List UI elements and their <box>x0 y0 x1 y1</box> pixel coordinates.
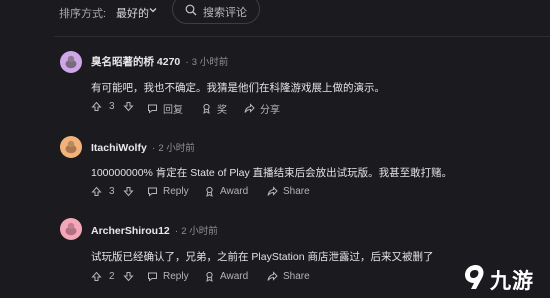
comment-toolbar: 排序方式: 最好的 搜索评论 <box>0 0 550 24</box>
upvote-button[interactable] <box>91 271 102 282</box>
search-placeholder: 搜索评论 <box>203 7 247 19</box>
reply-label: 回复 <box>163 105 183 116</box>
watermark-text: 九游 <box>490 270 534 293</box>
award-label: Award <box>220 186 249 197</box>
share-label: 分享 <box>260 105 280 116</box>
award-label: 奖 <box>217 105 227 116</box>
comment-author-line: ItachiWolfy · 2 小时前 <box>91 142 195 154</box>
downvote-button[interactable] <box>123 271 134 282</box>
share-icon <box>244 103 255 113</box>
award-icon <box>203 103 210 114</box>
comment-author[interactable]: ItachiWolfy <box>91 142 147 154</box>
share-button[interactable]: Share <box>267 186 310 197</box>
reply-icon <box>148 272 157 282</box>
award-button[interactable]: Award <box>204 271 248 282</box>
avatar[interactable] <box>60 136 82 158</box>
reply-button[interactable]: Reply <box>147 271 189 282</box>
chevron-down-icon[interactable] <box>148 5 158 15</box>
upvote-icon <box>91 271 102 281</box>
snoo-avatar-icon <box>65 55 77 69</box>
vote-count: 3 <box>109 101 115 112</box>
upvote-icon <box>91 186 102 196</box>
reply-icon <box>148 187 157 197</box>
downvote-icon <box>123 272 134 282</box>
snoo-avatar-icon <box>65 222 77 236</box>
comment-author[interactable]: 臭名昭著的桥 4270 <box>91 56 180 68</box>
downvote-button[interactable] <box>123 101 134 112</box>
reply-button[interactable]: Reply <box>147 186 189 197</box>
comment-body: 100000000% 肯定在 State of Play 直播结束后会放出试玩版… <box>91 167 453 179</box>
avatar[interactable] <box>60 51 82 73</box>
share-label: Share <box>283 271 310 282</box>
avatar[interactable] <box>60 218 82 240</box>
comment-time: 2 小时前 <box>158 143 195 154</box>
comment-body: 有可能吧，我也不确定。我猜是他们在科隆游戏展上做的演示。 <box>91 82 385 94</box>
downvote-icon <box>123 102 134 112</box>
comment-author-line: ArcherShirou12 · 2 小时前 <box>91 225 218 237</box>
award-icon <box>206 186 213 197</box>
reply-button[interactable]: 回复 <box>147 101 183 116</box>
award-icon <box>206 271 213 282</box>
upvote-icon <box>91 101 102 111</box>
reply-icon <box>148 104 157 114</box>
comment-time: 3 小时前 <box>191 57 229 68</box>
sort-dropdown[interactable]: 最好的 <box>116 5 149 21</box>
comment-time: 2 小时前 <box>181 226 218 237</box>
snoo-avatar-icon <box>65 140 77 154</box>
comment-body: 试玩版已经确认了，兄弟，之前在 PlayStation 商店泄露过，后来又被删了 <box>91 251 434 263</box>
share-icon <box>267 271 278 281</box>
comment-author[interactable]: ArcherShirou12 <box>91 225 170 237</box>
nine-game-logo-icon <box>465 265 484 289</box>
reply-label: Reply <box>163 186 189 197</box>
share-label: Share <box>283 186 310 197</box>
search-comments-button[interactable]: 搜索评论 <box>172 0 260 24</box>
sort-label: 排序方式: <box>59 8 107 20</box>
reply-label: Reply <box>163 271 189 282</box>
vote-count: 3 <box>109 186 115 197</box>
upvote-button[interactable] <box>91 101 102 112</box>
share-button[interactable]: 分享 <box>244 101 280 116</box>
award-button[interactable]: 奖 <box>201 101 227 116</box>
watermark-logo: 九游 <box>462 258 550 296</box>
downvote-icon <box>123 187 134 197</box>
share-icon <box>267 186 278 196</box>
search-icon <box>185 4 197 16</box>
comment-author-line: 臭名昭著的桥 4270 · 3 小时前 <box>91 56 229 68</box>
upvote-button[interactable] <box>91 186 102 197</box>
award-button[interactable]: Award <box>204 186 248 197</box>
downvote-button[interactable] <box>123 186 134 197</box>
award-label: Award <box>220 271 249 282</box>
share-button[interactable]: Share <box>267 271 310 282</box>
divider <box>54 36 550 37</box>
vote-count: 2 <box>109 271 115 282</box>
